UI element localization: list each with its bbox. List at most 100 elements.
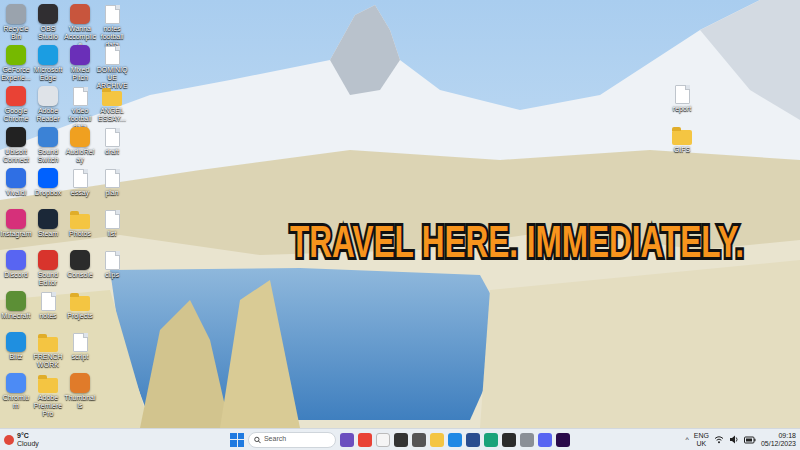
- pinned-app-icon[interactable]: [358, 433, 372, 447]
- desktop-icon[interactable]: Discord: [0, 248, 32, 289]
- desktop-icon[interactable]: OBS Studio: [32, 2, 64, 43]
- desktop-icon-label[interactable]: Blitz: [0, 353, 32, 361]
- desktop-icon-label[interactable]: Projects: [64, 312, 96, 320]
- pinned-app-icon[interactable]: [376, 433, 390, 447]
- desktop-icon-label[interactable]: OBS Studio: [32, 25, 64, 41]
- desktop-icon[interactable]: report: [666, 82, 698, 123]
- pinned-app-icon[interactable]: [484, 433, 498, 447]
- desktop-icon-label[interactable]: ANGEL ESSAY...: [96, 107, 128, 123]
- desktop-icon[interactable]: Sound Switch: [32, 125, 64, 166]
- desktop-icon-label[interactable]: FRENCH WORK: [32, 353, 64, 369]
- desktop-icon[interactable]: list: [96, 207, 128, 248]
- desktop-icon[interactable]: GIFS: [666, 123, 698, 164]
- desktop-icon[interactable]: ANGEL ESSAY...: [96, 84, 128, 125]
- desktop-icon-image: [102, 168, 122, 188]
- app-icon: [6, 291, 26, 311]
- desktop-icon-label[interactable]: Instagram: [0, 230, 32, 238]
- desktop-icon-label[interactable]: Discord: [0, 271, 32, 279]
- desktop-icon-label[interactable]: Microsoft Edge: [32, 66, 64, 82]
- desktop-icon[interactable]: plan: [96, 166, 128, 207]
- pinned-app-icon[interactable]: [430, 433, 444, 447]
- desktop-icon-label[interactable]: Sound Editor: [32, 271, 64, 287]
- desktop-icon-label[interactable]: Mixed Pitch: [64, 66, 96, 82]
- desktop-icon-label[interactable]: Thumbnails: [64, 394, 96, 410]
- desktop-icon[interactable]: Chromium: [0, 371, 32, 412]
- desktop-icon[interactable]: Thumbnails: [64, 371, 96, 412]
- search-input[interactable]: [264, 434, 330, 445]
- desktop-icon[interactable]: Wanna Accomplice: [64, 2, 96, 43]
- desktop-icon-label[interactable]: Google Chrome: [0, 107, 32, 123]
- desktop-icon[interactable]: notes football data: [96, 2, 128, 43]
- file-icon: [73, 169, 88, 188]
- desktop-icon-label[interactable]: Minecraft: [0, 312, 32, 320]
- taskbar-left: 9°CCloudy: [4, 432, 230, 448]
- desktop-icon[interactable]: DOMINIQUE ARCHIVE...: [96, 43, 128, 84]
- desktop-icon[interactable]: script: [64, 330, 96, 371]
- desktop-icon[interactable]: FRENCH WORK: [32, 330, 64, 371]
- desktop-icon-label[interactable]: Ubisoft Connect: [0, 148, 32, 164]
- desktop-icon-label[interactable]: Console: [64, 271, 96, 279]
- desktop-icon-label[interactable]: essay: [64, 189, 96, 197]
- desktop-icon-label[interactable]: Adobe Premiere Pro: [32, 394, 64, 418]
- desktop-icon-label[interactable]: clips: [96, 271, 128, 279]
- desktop-icon[interactable]: AudioRelay: [64, 125, 96, 166]
- desktop-icon-label[interactable]: Vivaldi: [0, 189, 32, 197]
- desktop-icon[interactable]: Ubisoft Connect: [0, 125, 32, 166]
- desktop-icon-label[interactable]: AudioRelay: [64, 148, 96, 164]
- desktop-icon[interactable]: Microsoft Edge: [32, 43, 64, 84]
- pinned-app-icon[interactable]: [556, 433, 570, 447]
- desktop-icon[interactable]: Recycle Bin: [0, 2, 32, 43]
- desktop-icon[interactable]: draft: [96, 125, 128, 166]
- desktop[interactable]: Recycle Bin GeForce Experie... Google Chro…: [0, 0, 800, 428]
- desktop-icon[interactable]: Photos: [64, 207, 96, 248]
- weather-widget[interactable]: 9°CCloudy: [4, 432, 39, 448]
- desktop-icon[interactable]: Vivaldi: [0, 166, 32, 207]
- pinned-app-icon[interactable]: [538, 433, 552, 447]
- desktop-icon-label[interactable]: plan: [96, 189, 128, 197]
- search-box[interactable]: [248, 432, 336, 448]
- clock[interactable]: 09:1805/12/2023: [761, 432, 796, 448]
- desktop-icon[interactable]: Mixed Pitch: [64, 43, 96, 84]
- desktop-icon[interactable]: video football data: [64, 84, 96, 125]
- desktop-icon-label[interactable]: Steam: [32, 230, 64, 238]
- desktop-icon-label[interactable]: script: [64, 353, 96, 361]
- desktop-icon[interactable]: Dropbox: [32, 166, 64, 207]
- desktop-icon[interactable]: Steam: [32, 207, 64, 248]
- tray-chevron[interactable]: ^: [685, 436, 688, 444]
- desktop-icon[interactable]: Minecraft: [0, 289, 32, 330]
- desktop-icon[interactable]: Adobe Premiere Pro: [32, 371, 64, 412]
- start-button-icon[interactable]: [230, 433, 244, 447]
- desktop-icon[interactable]: Adobe Reader: [32, 84, 64, 125]
- desktop-icon-label[interactable]: draft: [96, 148, 128, 156]
- desktop-icon-label[interactable]: GeForce Experie...: [0, 66, 32, 82]
- desktop-icon[interactable]: essay: [64, 166, 96, 207]
- desktop-icon[interactable]: Sound Editor: [32, 248, 64, 289]
- desktop-icon-label[interactable]: notes: [32, 312, 64, 320]
- desktop-icon-label[interactable]: list: [96, 230, 128, 238]
- desktop-icon[interactable]: Projects: [64, 289, 96, 330]
- desktop-icon[interactable]: notes: [32, 289, 64, 330]
- desktop-icon-label[interactable]: Sound Switch: [32, 148, 64, 164]
- desktop-icon[interactable]: Instagram: [0, 207, 32, 248]
- desktop-icon-label[interactable]: Photos: [64, 230, 96, 238]
- desktop-icon-label[interactable]: Chromium: [0, 394, 32, 410]
- desktop-icon[interactable]: clips: [96, 248, 128, 289]
- pinned-app-icon[interactable]: [502, 433, 516, 447]
- desktop-icon-label[interactable]: GIFS: [666, 146, 698, 154]
- desktop-icon-label[interactable]: report: [666, 105, 698, 113]
- desktop-icon[interactable]: Console: [64, 248, 96, 289]
- pinned-app-icon[interactable]: [412, 433, 426, 447]
- pinned-app-icon[interactable]: [340, 433, 354, 447]
- desktop-icon[interactable]: Blitz: [0, 330, 32, 371]
- desktop-icon-image: [38, 45, 58, 65]
- desktop-icon[interactable]: Google Chrome: [0, 84, 32, 125]
- desktop-icon-label[interactable]: Recycle Bin: [0, 25, 32, 41]
- language-indicator[interactable]: ENGUK: [694, 432, 709, 448]
- desktop-icon-label[interactable]: Dropbox: [32, 189, 64, 197]
- desktop-icon-label[interactable]: Adobe Reader: [32, 107, 64, 123]
- pinned-app-icon[interactable]: [394, 433, 408, 447]
- pinned-app-icon[interactable]: [520, 433, 534, 447]
- pinned-app-icon[interactable]: [448, 433, 462, 447]
- desktop-icon[interactable]: GeForce Experie...: [0, 43, 32, 84]
- pinned-app-icon[interactable]: [466, 433, 480, 447]
